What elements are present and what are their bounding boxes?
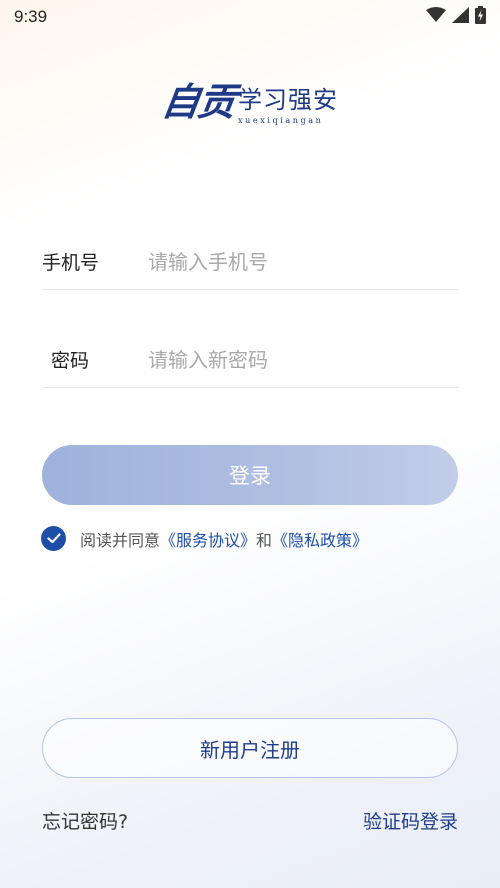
battery-charging-icon	[475, 6, 486, 28]
code-login-link[interactable]: 验证码登录	[363, 807, 458, 834]
phone-label: 手机号	[42, 252, 100, 274]
logo-title: 学习强安	[238, 86, 339, 114]
phone-field: 手机号	[42, 234, 458, 290]
forgot-password-link[interactable]: 忘记密码?	[42, 807, 128, 834]
password-label: 密码	[51, 350, 90, 372]
privacy-policy-link[interactable]: 《隐私政策》	[272, 527, 368, 551]
wifi-icon	[426, 7, 446, 27]
agreement-prefix: 阅读并同意	[80, 530, 161, 550]
phone-input[interactable]	[148, 241, 458, 282]
password-field: 密码	[42, 332, 458, 388]
check-icon	[46, 533, 61, 544]
status-time: 9:39	[14, 7, 48, 26]
status-icons	[426, 6, 486, 28]
login-button[interactable]: 登录	[42, 445, 458, 505]
app-logo: 自贡 学习强安 xuexiqiangan	[158, 78, 342, 134]
agreement-checkbox[interactable]	[41, 526, 66, 551]
logo-text-group: 学习强安 xuexiqiangan	[238, 86, 338, 125]
agreement-row: 阅读并同意 《服务协议》 和 《隐私政策》	[41, 526, 368, 551]
agreement-and: 和	[256, 530, 273, 550]
logo-script: 自贡	[158, 79, 238, 124]
logo-pinyin: xuexiqiangan	[238, 116, 324, 125]
register-button[interactable]: 新用户注册	[42, 718, 458, 778]
service-agreement-link[interactable]: 《服务协议》	[160, 527, 256, 551]
signal-icon	[452, 7, 469, 27]
status-bar: 9:39	[0, 0, 500, 34]
password-input[interactable]	[148, 339, 458, 380]
